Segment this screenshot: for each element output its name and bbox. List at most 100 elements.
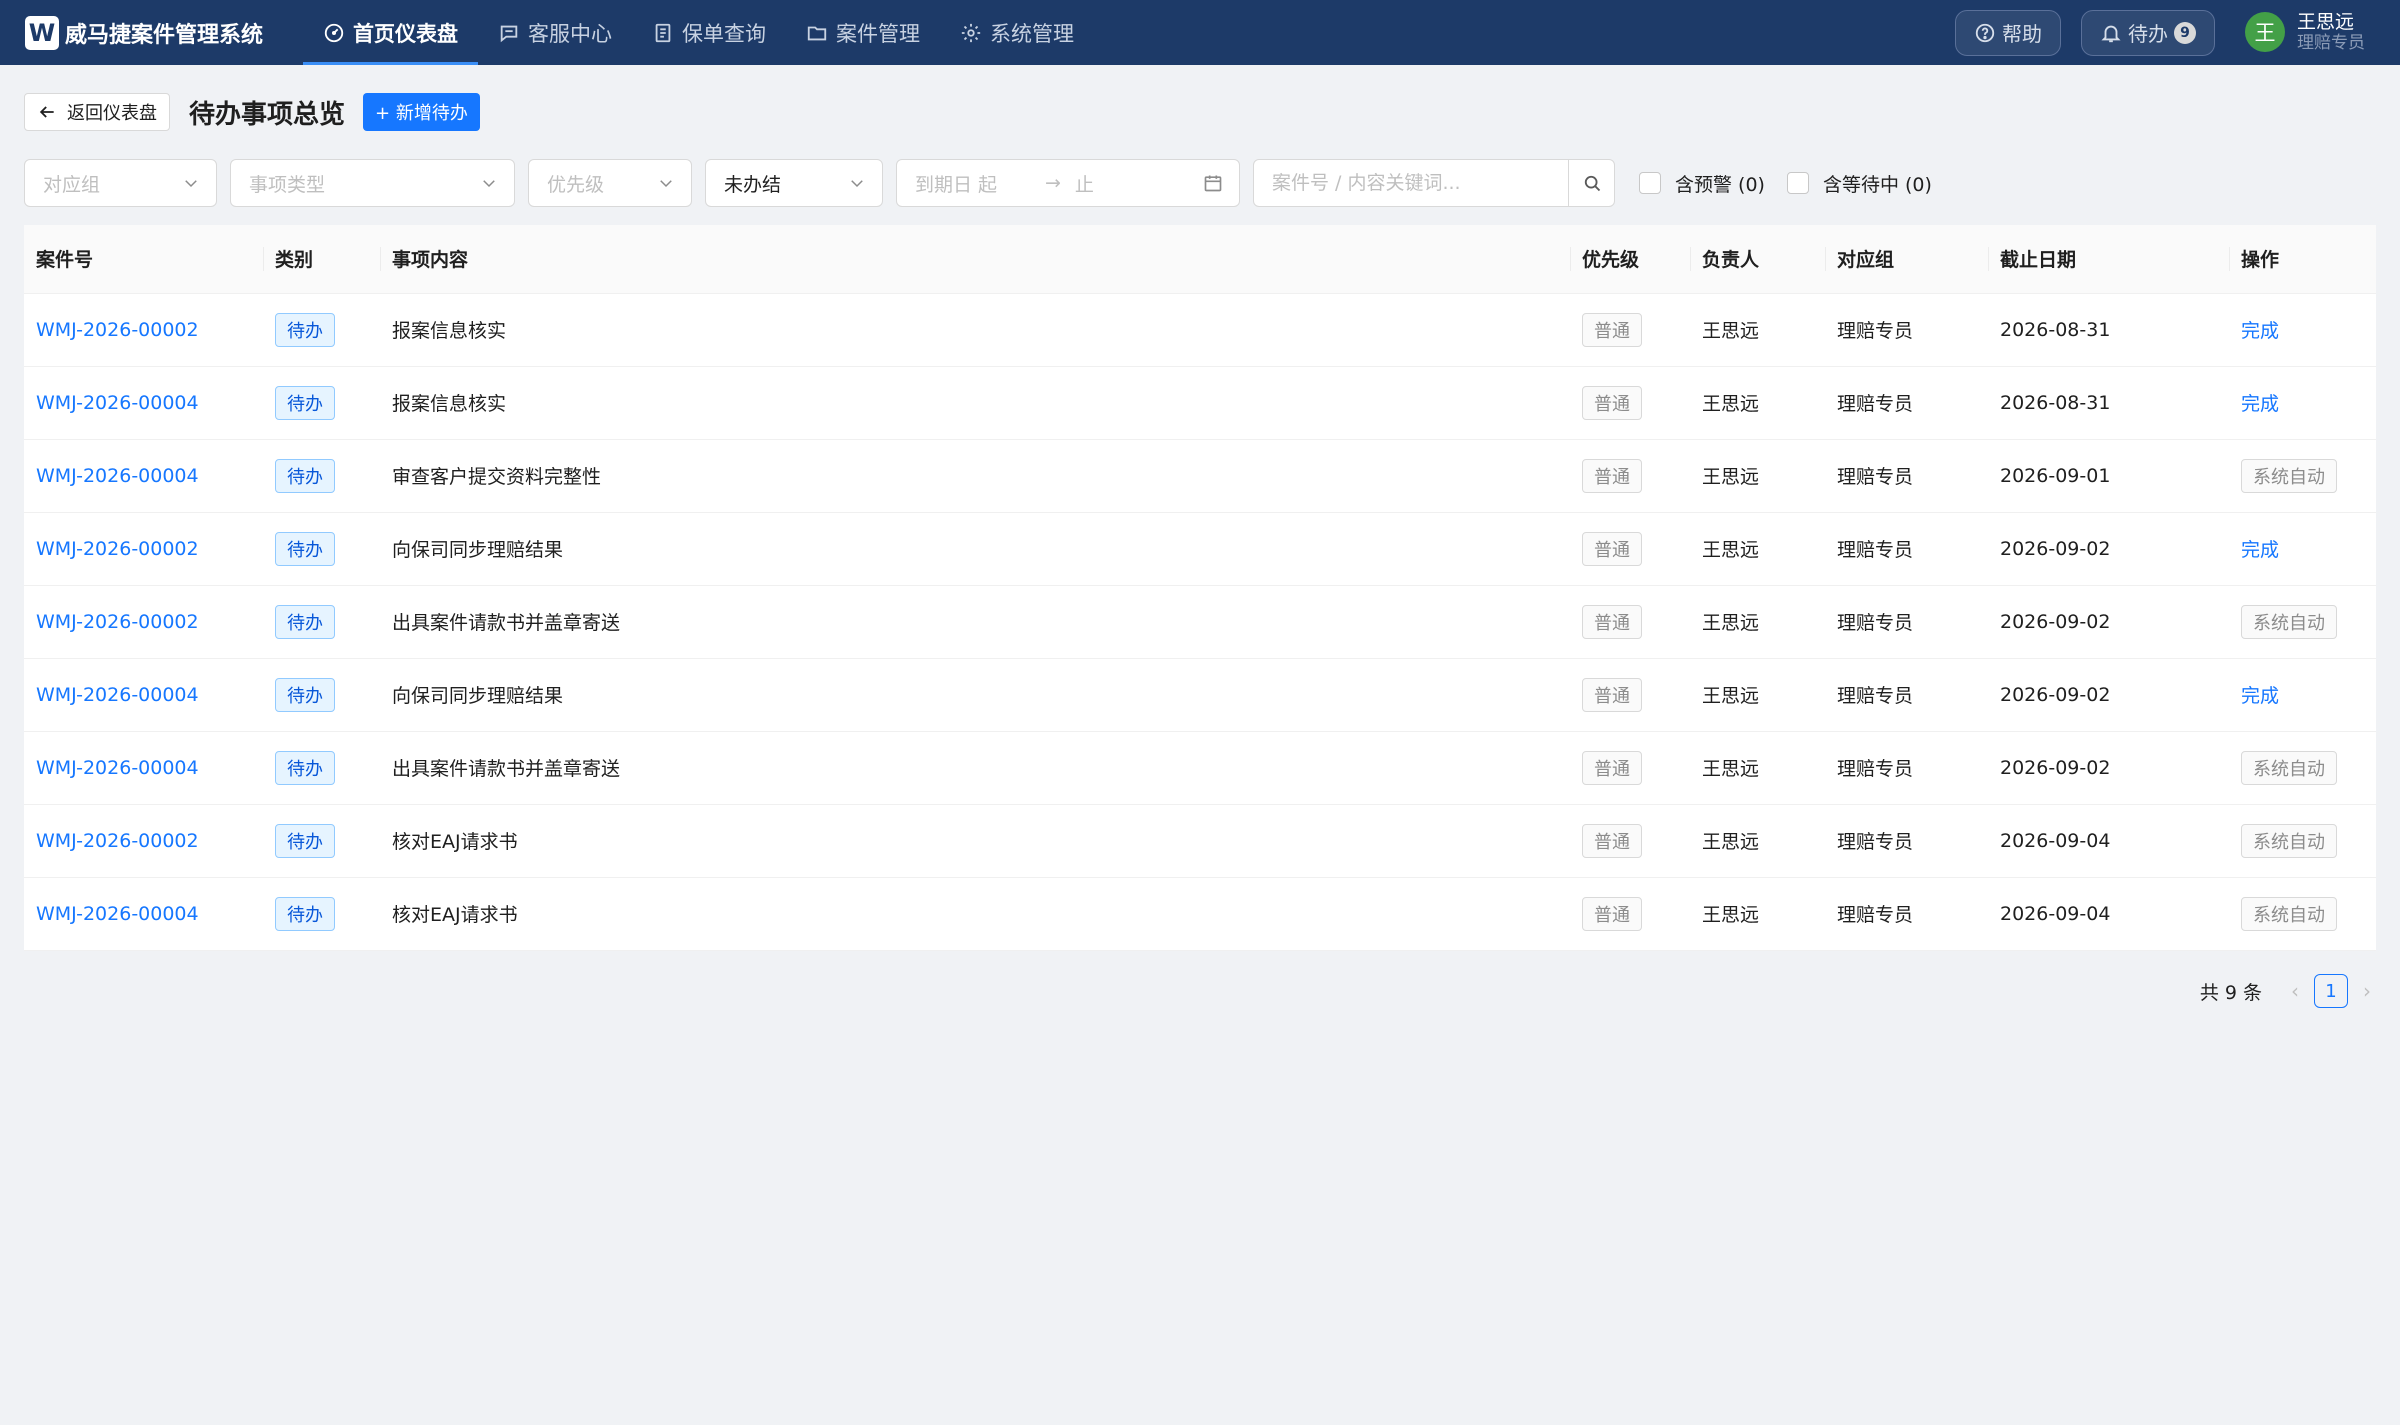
top-navigation-bar: W 威马捷案件管理系统 首页仪表盘 客服中心 保单查询 案件管理 系统管理 帮助 xyxy=(0,0,2400,65)
cell-group: 理赔专员 xyxy=(1825,585,1988,659)
pagination: 共 9 条 ‹ 1 › xyxy=(2200,974,2378,1008)
priority-tag: 普通 xyxy=(1582,312,1642,347)
cell-owner: 王思远 xyxy=(1690,366,1825,440)
cell-action: 完成 xyxy=(2229,512,2376,586)
include-warning-label: 含预警 (0) xyxy=(1675,173,1765,196)
system-auto-tag: 系统自动 xyxy=(2241,823,2337,858)
column-header-group[interactable]: 对应组 xyxy=(1825,225,1988,294)
user-menu[interactable]: 王 王思远 理赔专员 xyxy=(2245,10,2365,53)
column-header-deadline[interactable]: 截止日期 xyxy=(1988,225,2229,294)
include-waiting-box[interactable] xyxy=(1786,172,1809,194)
page-button-current[interactable]: 1 xyxy=(2314,974,2348,1008)
nav-label-customer-service: 客服中心 xyxy=(528,21,613,46)
help-button[interactable]: 帮助 xyxy=(1955,9,2061,56)
status-select[interactable]: 未办结 xyxy=(705,159,883,207)
priority-tag: 普通 xyxy=(1582,604,1642,639)
cell-deadline: 2026-09-02 xyxy=(1988,731,2229,805)
column-header-category[interactable]: 类别 xyxy=(263,225,380,294)
page-header: 返回仪表盘 待办事项总览 + 新增待办 xyxy=(24,93,480,131)
table-row: WMJ-2026-00004 待办 核对EAJ请求书 普通 王思远 理赔专员 2026-09… xyxy=(24,877,2376,951)
cell-owner: 王思远 xyxy=(1690,439,1825,513)
case-no-link[interactable]: WMJ-2026-00002 xyxy=(36,538,199,560)
cell-action: 完成 xyxy=(2229,658,2376,732)
system-auto-tag: 系统自动 xyxy=(2241,604,2337,639)
prev-page-icon[interactable]: ‹ xyxy=(2284,979,2306,1003)
cell-priority: 普通 xyxy=(1570,366,1690,440)
brand[interactable]: W 威马捷案件管理系统 xyxy=(25,15,263,50)
cell-group: 理赔专员 xyxy=(1825,512,1988,586)
nav-label-policy-query: 保单查询 xyxy=(682,21,767,46)
search-button[interactable] xyxy=(1568,160,1614,206)
priority-select-placeholder: 优先级 xyxy=(547,173,605,196)
cell-owner: 王思远 xyxy=(1690,658,1825,732)
todo-count-badge: 9 xyxy=(2174,21,2196,44)
category-tag: 待办 xyxy=(275,823,335,858)
case-no-link[interactable]: WMJ-2026-00004 xyxy=(36,903,199,925)
column-header-case-no[interactable]: 案件号 xyxy=(24,225,263,294)
complete-link[interactable]: 完成 xyxy=(2241,393,2279,415)
case-no-link[interactable]: WMJ-2026-00002 xyxy=(36,319,199,341)
app-logo: W xyxy=(25,15,59,50)
nav-item-customer-service[interactable]: 客服中心 xyxy=(478,0,632,65)
case-no-link[interactable]: WMJ-2026-00004 xyxy=(36,684,199,706)
todo-button[interactable]: 待办 9 xyxy=(2081,9,2215,56)
priority-tag: 普通 xyxy=(1582,677,1642,712)
cell-category: 待办 xyxy=(263,804,380,878)
cell-priority: 普通 xyxy=(1570,512,1690,586)
case-no-link[interactable]: WMJ-2026-00004 xyxy=(36,465,199,487)
system-auto-tag: 系统自动 xyxy=(2241,896,2337,931)
complete-link[interactable]: 完成 xyxy=(2241,320,2279,342)
system-auto-tag: 系统自动 xyxy=(2241,458,2337,493)
case-no-link[interactable]: WMJ-2026-00004 xyxy=(36,757,199,779)
search-input[interactable] xyxy=(1254,160,1568,206)
column-header-priority[interactable]: 优先级 xyxy=(1570,225,1690,294)
nav-item-dashboard[interactable]: 首页仪表盘 xyxy=(303,0,479,65)
cell-group: 理赔专员 xyxy=(1825,804,1988,878)
cell-owner: 王思远 xyxy=(1690,804,1825,878)
keyword-search xyxy=(1253,159,1615,207)
cell-case-no: WMJ-2026-00004 xyxy=(24,439,263,513)
column-header-owner[interactable]: 负责人 xyxy=(1690,225,1825,294)
cell-action: 系统自动 xyxy=(2229,804,2376,878)
next-page-icon[interactable]: › xyxy=(2356,979,2378,1003)
cell-owner: 王思远 xyxy=(1690,293,1825,367)
table-row: WMJ-2026-00004 待办 出具案件请款书并盖章寄送 普通 王思远 理赔专员 202… xyxy=(24,731,2376,805)
category-tag: 待办 xyxy=(275,750,335,785)
case-no-link[interactable]: WMJ-2026-00002 xyxy=(36,830,199,852)
add-todo-button[interactable]: + 新增待办 xyxy=(363,93,480,131)
cell-content: 审查客户提交资料完整性 xyxy=(380,439,1570,513)
cell-category: 待办 xyxy=(263,658,380,732)
help-icon xyxy=(1975,23,1995,42)
priority-tag: 普通 xyxy=(1582,385,1642,420)
priority-select[interactable]: 优先级 xyxy=(528,159,692,207)
nav-item-system-management[interactable]: 系统管理 xyxy=(940,0,1094,65)
cell-category: 待办 xyxy=(263,877,380,951)
cell-owner: 王思远 xyxy=(1690,877,1825,951)
nav-item-policy-query[interactable]: 保单查询 xyxy=(632,0,786,65)
item-type-select[interactable]: 事项类型 xyxy=(230,159,515,207)
user-name: 王思远 xyxy=(2297,10,2355,33)
cell-action: 完成 xyxy=(2229,293,2376,367)
complete-link[interactable]: 完成 xyxy=(2241,539,2279,561)
group-select[interactable]: 对应组 xyxy=(24,159,217,207)
case-no-link[interactable]: WMJ-2026-00004 xyxy=(36,392,199,414)
cell-content: 出具案件请款书并盖章寄送 xyxy=(380,585,1570,659)
include-warning-checkbox[interactable]: 含预警 (0) xyxy=(1639,170,1765,197)
due-date-range-picker[interactable]: 到期日 起 → 止 xyxy=(896,159,1240,207)
case-no-link[interactable]: WMJ-2026-00002 xyxy=(36,611,199,633)
search-icon xyxy=(1584,175,1600,192)
cell-content: 报案信息核实 xyxy=(380,366,1570,440)
cell-group: 理赔专员 xyxy=(1825,731,1988,805)
nav-item-case-management[interactable]: 案件管理 xyxy=(786,0,940,65)
cell-category: 待办 xyxy=(263,439,380,513)
pagination-total: 共 9 条 xyxy=(2199,981,2262,1004)
column-header-content[interactable]: 事项内容 xyxy=(380,225,1570,294)
include-warning-box[interactable] xyxy=(1639,172,1661,194)
cell-content: 核对EAJ请求书 xyxy=(380,877,1570,951)
table-row: WMJ-2026-00004 待办 审查客户提交资料完整性 普通 王思远 理赔专员 2026… xyxy=(24,439,2376,513)
complete-link[interactable]: 完成 xyxy=(2241,685,2279,707)
back-to-dashboard-button[interactable]: 返回仪表盘 xyxy=(24,93,170,131)
cell-deadline: 2026-09-02 xyxy=(1988,585,2229,659)
include-waiting-checkbox[interactable]: 含等待中 (0) xyxy=(1786,170,1932,197)
chevron-down-icon xyxy=(185,180,197,188)
